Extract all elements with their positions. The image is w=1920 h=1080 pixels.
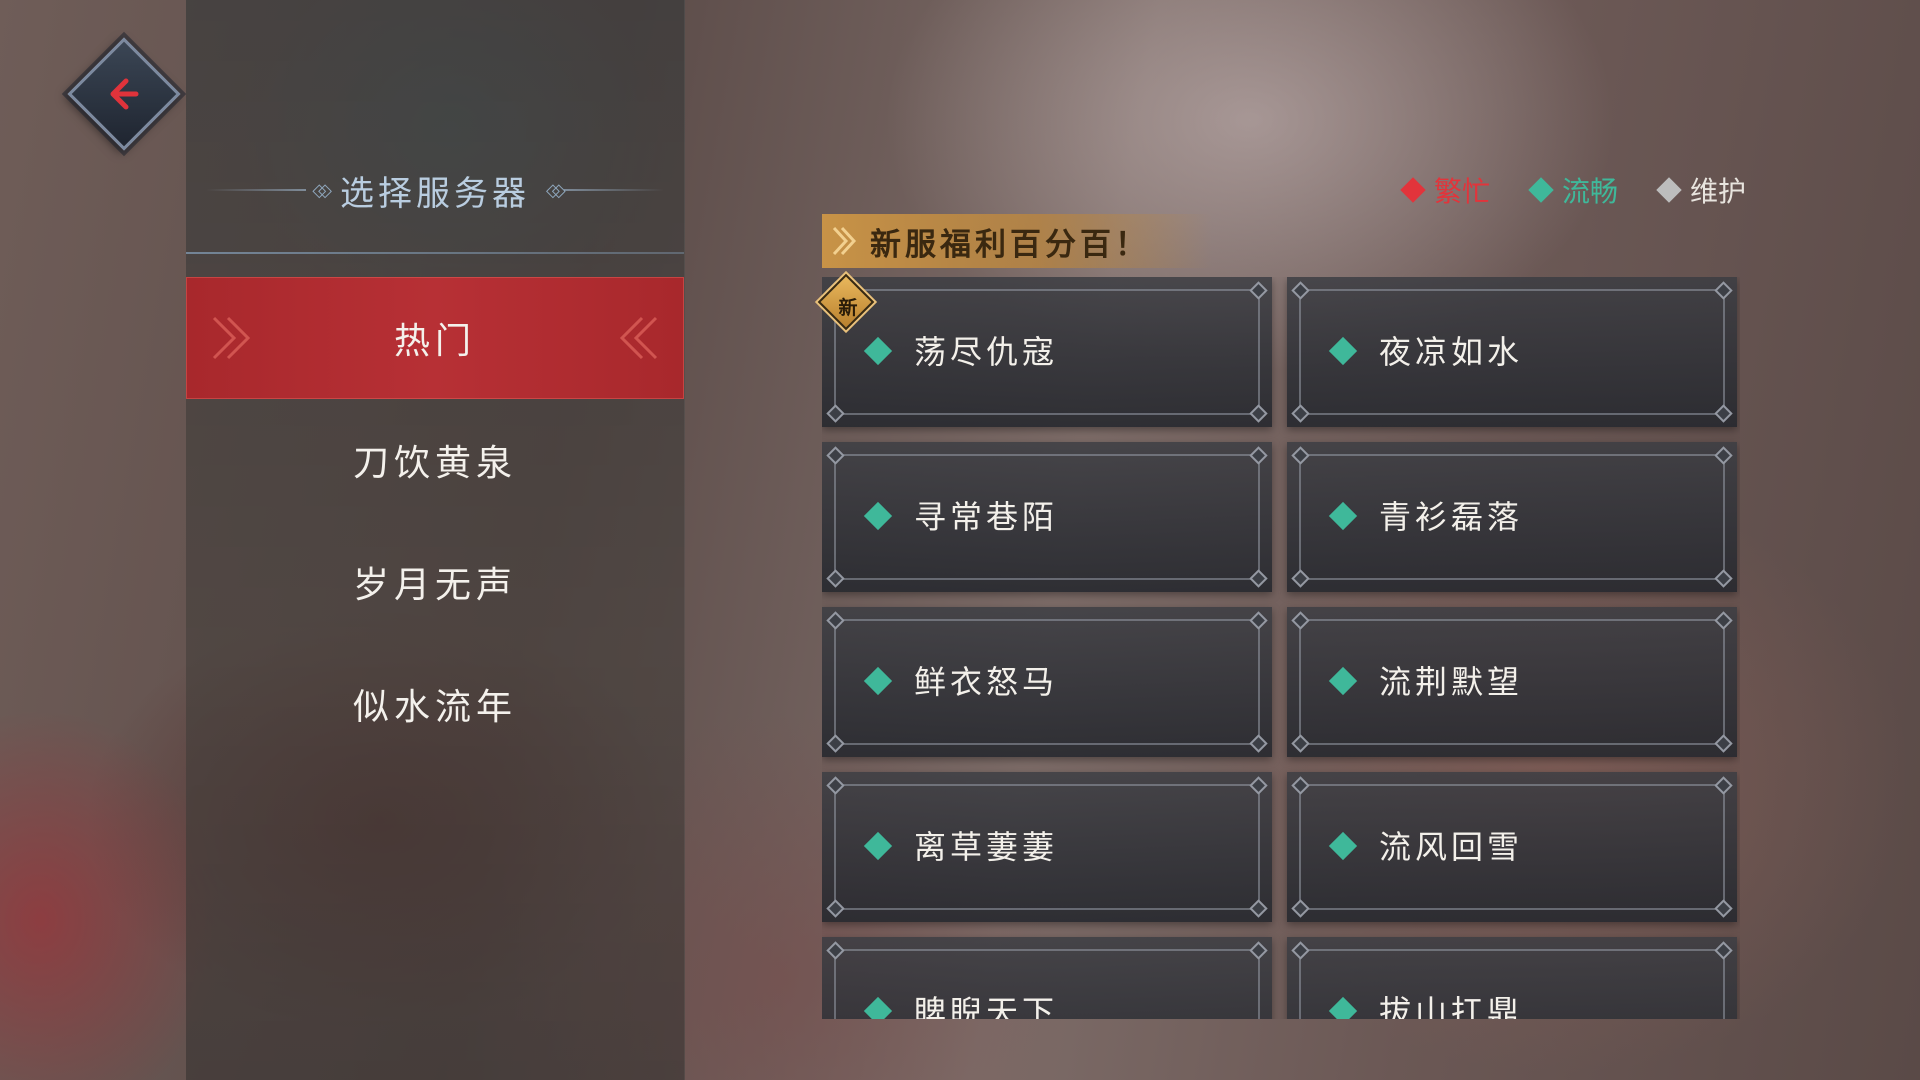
server-name: 荡尽仇寇: [914, 333, 1059, 371]
category-tab-2[interactable]: 刀饮黄泉: [186, 399, 684, 521]
diamond-icon: [1528, 177, 1554, 203]
server-card[interactable]: 流荆默望: [1287, 607, 1737, 757]
server-card[interactable]: 寻常巷陌: [822, 442, 1272, 592]
game-screen: ◇◇ 选择服务器 ◇◇ 热门 刀饮黄泉 岁月无声 似水流年 繁忙 流畅 维护 新…: [0, 0, 1920, 1080]
category-tab-3[interactable]: 岁月无声: [186, 521, 684, 643]
server-name: 夜凉如水: [1379, 333, 1524, 371]
legend-maintenance: 维护: [1656, 170, 1746, 210]
server-name: 拔山扛鼎: [1379, 993, 1524, 1019]
server-name: 离草萋萋: [914, 828, 1059, 866]
server-card[interactable]: 荡尽仇寇: [822, 277, 1272, 427]
server-card[interactable]: 夜凉如水: [1287, 277, 1737, 427]
double-chevron-icon: [832, 226, 857, 256]
legend-label: 繁忙: [1433, 175, 1490, 208]
title-ornament-right-icon: ◇◇: [546, 179, 565, 201]
category-label: 热门: [393, 321, 476, 362]
promo-banner: 新服福利百分百！: [822, 214, 1212, 268]
server-card[interactable]: 青衫磊落: [1287, 442, 1737, 592]
server-name: 青衫磊落: [1379, 498, 1524, 536]
server-name: 寻常巷陌: [914, 498, 1059, 536]
server-name: 流风回雪: [1379, 828, 1524, 866]
title-divider-right: [563, 189, 664, 191]
server-name: 睥睨天下: [914, 993, 1059, 1019]
server-card[interactable]: 拔山扛鼎: [1287, 937, 1737, 1019]
server-name: 鲜衣怒马: [914, 663, 1059, 701]
title-divider-left: [206, 189, 307, 191]
chevron-ornament-left-icon: [212, 316, 251, 360]
server-card[interactable]: 鲜衣怒马: [822, 607, 1272, 757]
server-card[interactable]: 流风回雪: [1287, 772, 1737, 922]
new-badge-label: 新: [838, 296, 858, 319]
category-label: 岁月无声: [352, 565, 517, 606]
server-list[interactable]: 荡尽仇寇 夜凉如水寻常巷陌 青衫磊落鲜衣怒马 流荆默望离草萋萋 流风回雪睥睨天下 拔山扛鼎: [822, 277, 1740, 1019]
title-ornament-left-icon: ◇◇: [312, 179, 331, 201]
panel-divider: [186, 252, 684, 254]
server-card[interactable]: 睥睨天下: [822, 937, 1272, 1019]
legend-busy: 繁忙: [1400, 170, 1490, 210]
diamond-icon: [1656, 177, 1682, 203]
category-label: 刀饮黄泉: [352, 443, 517, 484]
page-title: 选择服务器: [340, 173, 530, 214]
promo-text: 新服福利百分百！: [870, 226, 1150, 263]
server-name: 流荆默望: [1379, 663, 1524, 701]
status-legend: 繁忙 流畅 维护: [1400, 170, 1746, 210]
legend-label: 维护: [1689, 175, 1746, 208]
server-card[interactable]: 离草萋萋: [822, 772, 1272, 922]
chevron-ornament-right-icon: [619, 316, 658, 360]
category-tab-4[interactable]: 似水流年: [186, 643, 684, 765]
category-panel: ◇◇ 选择服务器 ◇◇ 热门 刀饮黄泉 岁月无声 似水流年: [186, 0, 685, 1080]
back-button[interactable]: [67, 37, 181, 151]
category-tab-hot[interactable]: 热门: [186, 277, 684, 399]
legend-label: 流畅: [1561, 175, 1618, 208]
panel-header: ◇◇ 选择服务器 ◇◇: [186, 160, 684, 220]
category-label: 似水流年: [352, 687, 517, 728]
legend-smooth: 流畅: [1528, 170, 1618, 210]
diamond-icon: [1400, 177, 1426, 203]
